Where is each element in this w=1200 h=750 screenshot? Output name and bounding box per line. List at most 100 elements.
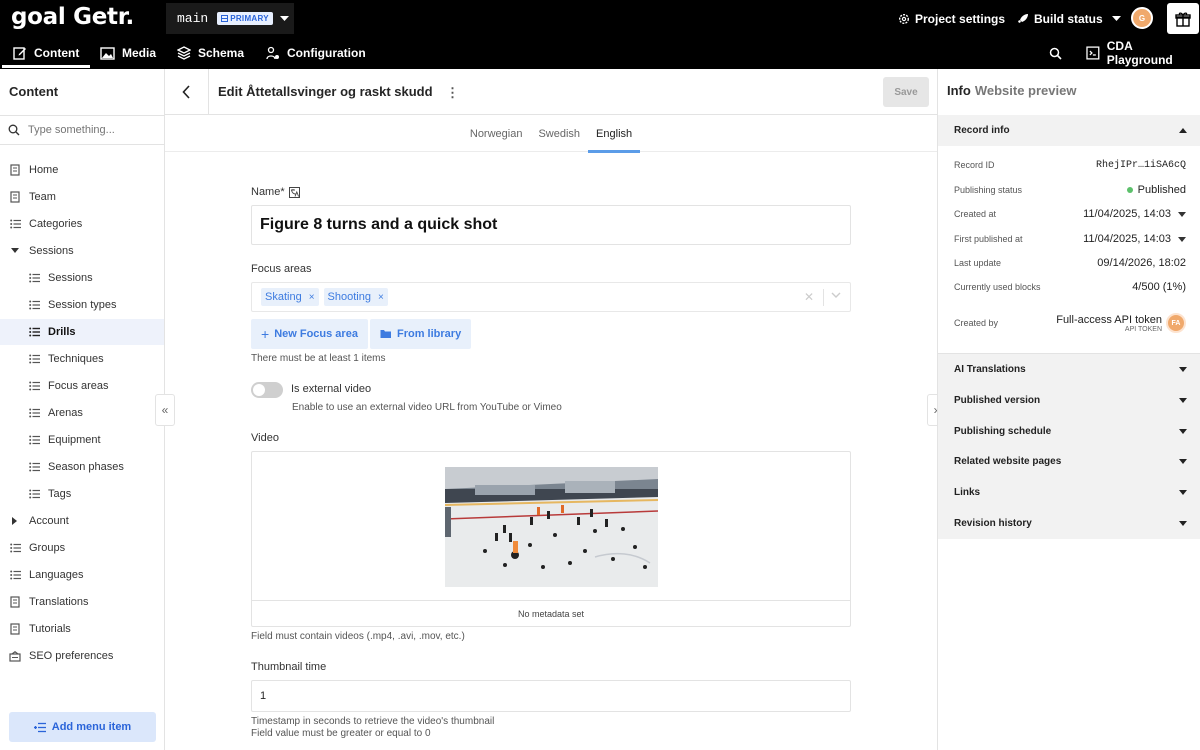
add-list-icon	[33, 722, 46, 732]
sidebar-item-drills[interactable]: Drills	[0, 319, 164, 345]
nav-schema[interactable]: Schema	[177, 37, 244, 69]
cda-playground-button[interactable]: CDA Playground	[1086, 37, 1200, 69]
new-focus-area-label: New Focus area	[274, 328, 358, 340]
page-title: Edit Åttetallsvinger og raskt skudd	[218, 84, 433, 99]
environment-badge-label: PRIMARY	[230, 14, 269, 23]
nav-configuration-label: Configuration	[287, 46, 366, 60]
video-hint: Field must contain videos (.mp4, .avi, .…	[251, 631, 465, 642]
thumbnail-time-label: Thumbnail time	[251, 661, 327, 673]
record-id-value[interactable]: RhejIPr…1iSA6cQ	[1096, 160, 1186, 171]
more-options-icon[interactable]: ⋮	[446, 85, 459, 101]
back-button[interactable]	[165, 69, 209, 115]
status-text: Published	[1137, 184, 1186, 196]
search-button[interactable]	[1049, 37, 1062, 69]
sidebar-item-focus-areas[interactable]: Focus areas	[0, 373, 164, 399]
nav-configuration[interactable]: Configuration	[266, 37, 366, 69]
translate-icon[interactable]	[288, 186, 300, 198]
sidebar-item-sessions-group[interactable]: Sessions	[0, 238, 164, 264]
main-nav: Content Media Schema Configuration CDA P…	[0, 37, 1200, 69]
gift-icon	[1175, 12, 1191, 27]
sidebar-item-tags[interactable]: Tags	[0, 481, 164, 507]
used-blocks-label: Currently used blocks	[954, 282, 1041, 292]
video-field: No metadata set	[251, 451, 851, 627]
from-library-button[interactable]: From library	[370, 319, 472, 349]
clear-icon[interactable]: ✕	[804, 290, 814, 304]
sidebar-item-equipment[interactable]: Equipment	[0, 427, 164, 453]
nav-media-label: Media	[122, 46, 157, 60]
info-panel-tabs: Info Website preview	[947, 83, 1076, 98]
sidebar-search[interactable]	[0, 115, 164, 145]
cda-playground-label: CDA Playground	[1106, 39, 1173, 67]
database-icon	[221, 15, 229, 22]
nav-media[interactable]: Media	[100, 37, 156, 69]
section-title: Revision history	[954, 518, 1032, 529]
chevron-down-icon[interactable]	[831, 292, 841, 299]
created-at-value[interactable]: 11/04/2025, 14:03	[1083, 208, 1186, 220]
focus-tag-label: Skating	[265, 291, 302, 303]
project-settings-button[interactable]: Project settings	[898, 0, 1005, 37]
sidebar-item-techniques[interactable]: Techniques	[0, 346, 164, 372]
sidebar-item-languages[interactable]: Languages	[0, 562, 164, 588]
select-divider	[823, 289, 824, 306]
sidebar-item-team[interactable]: Team	[0, 184, 164, 210]
sidebar-item-label: Equipment	[48, 434, 101, 446]
name-input[interactable]: Figure 8 turns and a quick shot	[251, 205, 851, 245]
created-by-name: Full-access API token	[1056, 313, 1162, 326]
sidebar-search-input[interactable]	[28, 124, 148, 136]
thumbnail-time-input[interactable]: 1	[251, 680, 851, 712]
focus-areas-select[interactable]: Skating × Shooting × ✕	[251, 282, 851, 312]
tab-norwegian[interactable]: Norwegian	[462, 115, 531, 152]
document-icon	[9, 164, 21, 176]
image-icon	[100, 46, 115, 60]
video-metadata[interactable]: No metadata set	[252, 600, 850, 626]
sidebar-item-season-phases[interactable]: Season phases	[0, 454, 164, 480]
tab-english[interactable]: English	[588, 115, 641, 153]
first-published-value[interactable]: 11/04/2025, 14:03	[1083, 233, 1186, 245]
links-header[interactable]: Links	[938, 477, 1200, 508]
thumbnail-hint-min: Field value must be greater or equal to …	[251, 728, 431, 739]
folder-icon	[380, 330, 391, 338]
user-avatar[interactable]: G	[1131, 7, 1153, 29]
remove-tag-icon[interactable]: ×	[309, 292, 315, 303]
sidebar-item-arenas[interactable]: Arenas	[0, 400, 164, 426]
sidebar-item-groups[interactable]: Groups	[0, 535, 164, 561]
caret-down-icon	[1178, 211, 1186, 217]
related-website-pages-header[interactable]: Related website pages	[938, 446, 1200, 477]
sidebar-item-label: Sessions	[48, 272, 93, 284]
remove-tag-icon[interactable]: ×	[378, 292, 384, 303]
gift-button[interactable]	[1167, 3, 1199, 34]
sidebar-item-session-types[interactable]: Session types	[0, 292, 164, 318]
tab-swedish[interactable]: Swedish	[530, 115, 588, 152]
video-thumbnail[interactable]	[445, 467, 658, 587]
sidebar-item-home[interactable]: Home	[0, 157, 164, 183]
published-version-header[interactable]: Published version	[938, 385, 1200, 416]
first-published-text: 11/04/2025, 14:03	[1083, 233, 1171, 245]
app-logo[interactable]: goal Getr.	[11, 4, 134, 30]
environment-selector[interactable]: main PRIMARY	[166, 3, 294, 34]
sidebar-item-translations[interactable]: Translations	[0, 589, 164, 615]
add-menu-item-button[interactable]: Add menu item	[9, 712, 156, 742]
created-by-type: API TOKEN	[1124, 325, 1162, 333]
save-button[interactable]: Save	[883, 77, 929, 107]
build-status-button[interactable]: Build status	[1017, 0, 1121, 37]
status-dot	[1126, 187, 1133, 193]
tab-info[interactable]: Info	[947, 83, 971, 98]
tab-website-preview[interactable]: Website preview	[975, 83, 1077, 98]
revision-history-header[interactable]: Revision history	[938, 508, 1200, 539]
chevron-down-icon	[1111, 15, 1121, 21]
sidebar-item-tutorials[interactable]: Tutorials	[0, 616, 164, 642]
external-video-toggle[interactable]	[251, 382, 283, 398]
ai-translations-header[interactable]: AI Translations	[938, 354, 1200, 385]
new-focus-area-button[interactable]: + New Focus area	[251, 319, 368, 349]
created-by-value[interactable]: Full-access API token API TOKEN FA	[1056, 313, 1186, 333]
sidebar-item-categories[interactable]: Categories	[0, 211, 164, 237]
sidebar-item-account[interactable]: Account	[0, 508, 164, 534]
record-info-header[interactable]: Record info	[938, 115, 1200, 146]
sidebar-item-seo-preferences[interactable]: SEO preferences	[0, 643, 164, 669]
publishing-schedule-header[interactable]: Publishing schedule	[938, 416, 1200, 447]
nav-content[interactable]: Content	[1, 37, 91, 69]
sidebar-item-sessions[interactable]: Sessions	[0, 265, 164, 291]
last-update-value: 09/14/2026, 18:02	[1097, 257, 1186, 269]
chevron-left-icon	[182, 85, 190, 99]
list-icon	[28, 380, 40, 392]
